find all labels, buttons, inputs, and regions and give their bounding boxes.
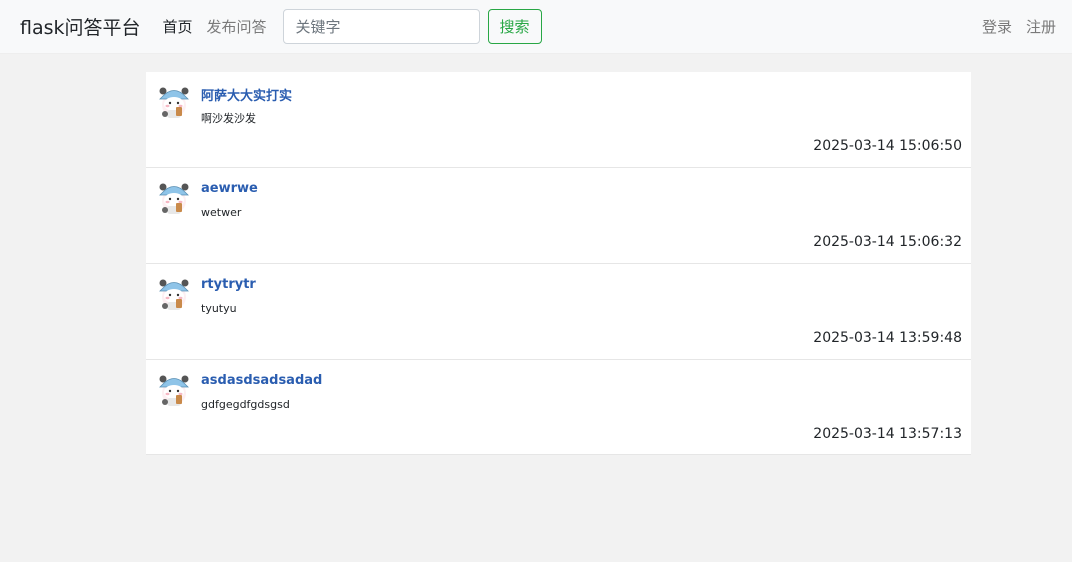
question-title[interactable]: 阿萨大大实打实 — [201, 85, 292, 104]
question-item: rtytrytr tyutyu 2025-03-14 13:59:48 — [146, 264, 971, 360]
question-item: 阿萨大大实打实 啊沙发沙发 2025-03-14 15:06:50 — [146, 72, 971, 168]
register-link[interactable]: 注册 — [1026, 16, 1056, 37]
nav-home-link[interactable]: 首页 — [163, 16, 193, 37]
question-content: tyutyu — [201, 302, 237, 315]
avatar-cartoon-icon — [157, 371, 191, 407]
avatar-cartoon-icon — [157, 275, 191, 311]
search-button[interactable]: 搜索 — [487, 9, 542, 44]
question-content: gdfgegdfgdsgsd — [201, 398, 290, 411]
search-input[interactable] — [282, 9, 480, 44]
avatar-cartoon-icon — [157, 179, 191, 215]
question-item: aewrwe wetwer 2025-03-14 15:06:32 — [146, 168, 971, 264]
question-title[interactable]: rtytrytr — [201, 277, 256, 292]
nav-publish-link[interactable]: 发布问答 — [207, 16, 267, 37]
avatar-cartoon-icon — [157, 83, 191, 119]
question-title[interactable]: asdasdsadsadad — [201, 373, 322, 388]
auth-links: 登录 注册 — [968, 16, 1056, 37]
question-content: 啊沙发沙发 — [201, 112, 256, 125]
question-list: 阿萨大大实打实 啊沙发沙发 2025-03-14 15:06:50 aewrwe… — [146, 72, 971, 455]
question-item: asdasdsadsadad gdfgegdfgdsgsd 2025-03-14… — [146, 360, 971, 455]
login-link[interactable]: 登录 — [982, 16, 1012, 37]
question-time: 2025-03-14 15:06:50 — [813, 138, 962, 154]
question-time: 2025-03-14 15:06:32 — [813, 234, 962, 250]
question-time: 2025-03-14 13:57:13 — [813, 426, 962, 442]
question-time: 2025-03-14 13:59:48 — [813, 330, 962, 346]
brand-logo[interactable]: flask问答平台 — [20, 13, 141, 40]
question-title[interactable]: aewrwe — [201, 181, 258, 196]
question-content: wetwer — [201, 206, 242, 219]
navbar: flask问答平台 首页 发布问答 搜索 登录 注册 — [0, 0, 1072, 54]
